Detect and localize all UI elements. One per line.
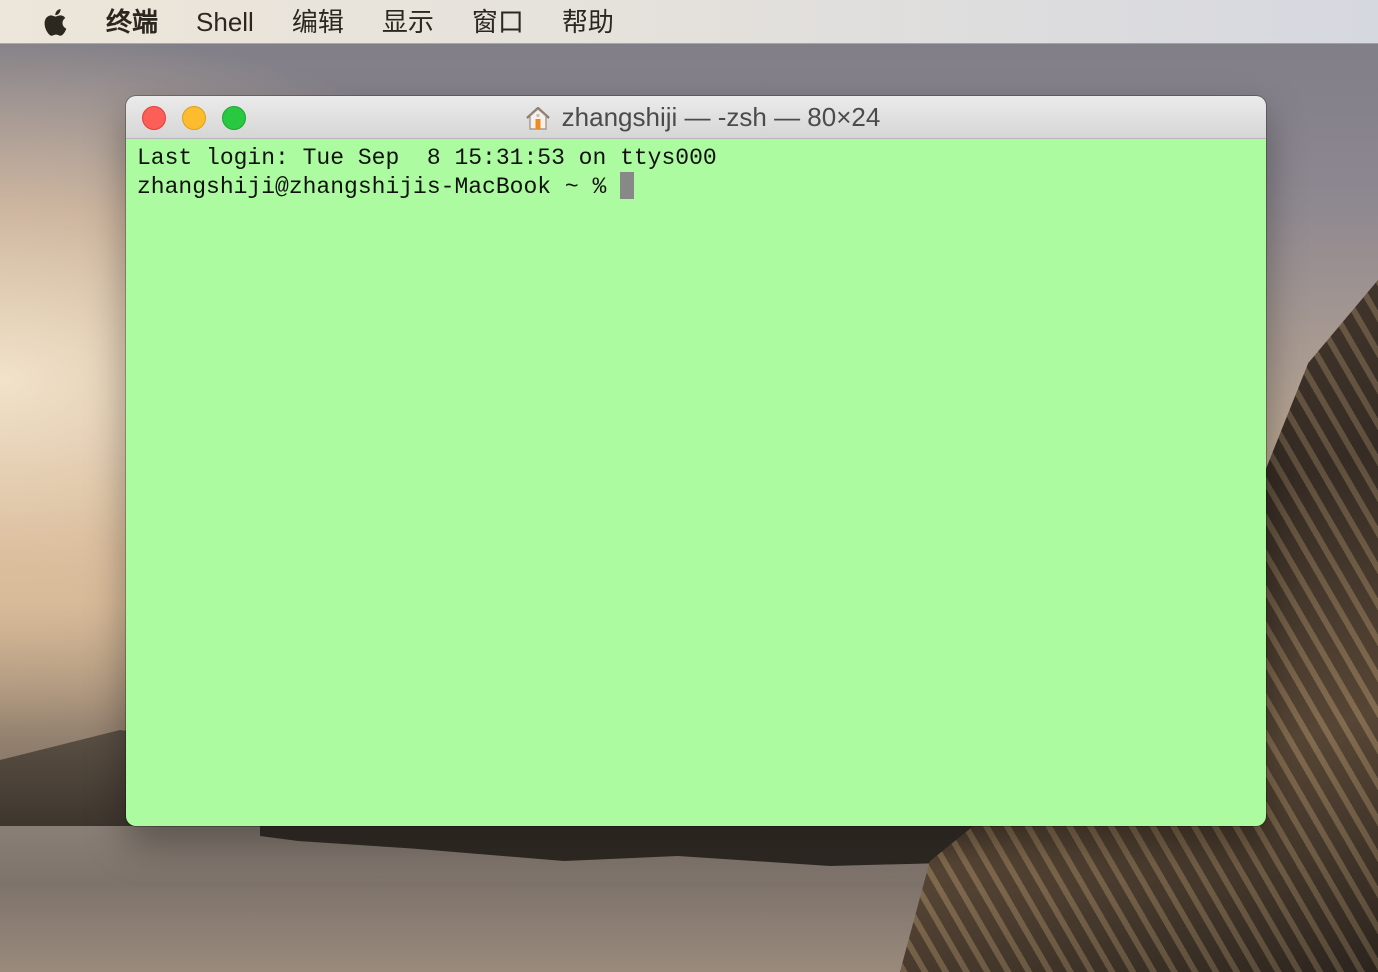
terminal-prompt-line: zhangshiji@zhangshijis-MacBook ~ % bbox=[137, 172, 1266, 201]
terminal-line-last-login: Last login: Tue Sep 8 15:31:53 on ttys00… bbox=[137, 145, 717, 171]
terminal-window: zhangshiji — -zsh — 80×24 Last login: Tu… bbox=[126, 96, 1266, 826]
text-cursor bbox=[620, 172, 635, 199]
apple-logo-icon[interactable] bbox=[40, 5, 74, 39]
window-title-text: zhangshiji — -zsh — 80×24 bbox=[561, 102, 881, 132]
menu-item-terminal[interactable]: 终端 bbox=[106, 0, 158, 44]
menu-bar: 终端 Shell 编辑 显示 窗口 帮助 bbox=[0, 0, 1378, 44]
window-title: zhangshiji — -zsh — 80×24 bbox=[126, 96, 1266, 139]
menu-item-view[interactable]: 显示 bbox=[382, 0, 434, 44]
menu-item-edit[interactable]: 编辑 bbox=[292, 0, 344, 44]
home-folder-icon bbox=[524, 104, 552, 132]
menu-item-shell[interactable]: Shell bbox=[196, 0, 254, 44]
menu-item-window[interactable]: 窗口 bbox=[472, 0, 524, 44]
terminal-content[interactable]: Last login: Tue Sep 8 15:31:53 on ttys00… bbox=[126, 139, 1266, 826]
window-title-bar[interactable]: zhangshiji — -zsh — 80×24 bbox=[126, 96, 1266, 139]
menu-item-help[interactable]: 帮助 bbox=[562, 0, 614, 44]
shell-prompt: zhangshiji@zhangshijis-MacBook ~ % bbox=[137, 174, 607, 200]
